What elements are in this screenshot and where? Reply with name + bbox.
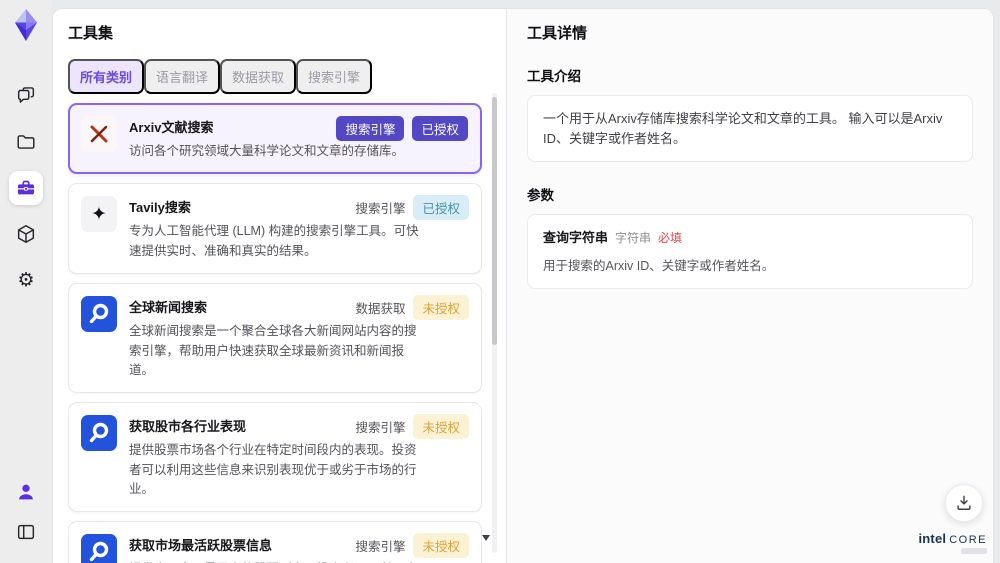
tool-icon bbox=[81, 534, 117, 563]
tool-card[interactable]: Arxiv文献搜索 访问各个研究领域大量科学论文和文章的存储库。 搜索引擎 已授… bbox=[68, 103, 482, 175]
tool-status-badge: 未授权 bbox=[413, 414, 469, 440]
category-tab[interactable]: 语言翻译 bbox=[144, 59, 221, 94]
tool-icon bbox=[81, 415, 117, 452]
download-icon bbox=[954, 493, 974, 513]
scrollbar-track[interactable] bbox=[492, 93, 497, 553]
param-description: 用于搜索的Arxiv ID、关键字或作者姓名。 bbox=[543, 258, 775, 273]
tool-intro-box: 一个用于从Arxiv存储库搜索科学论文和文章的工具。 输入可以是Arxiv ID… bbox=[527, 95, 973, 162]
tool-badges: 搜索引擎 未授权 bbox=[355, 414, 469, 440]
scroll-down-indicator[interactable] bbox=[482, 535, 490, 541]
intro-section-title: 工具介绍 bbox=[527, 69, 581, 84]
intel-core-sub-badge bbox=[961, 548, 987, 554]
tool-badges: 搜索引擎 未授权 bbox=[355, 533, 469, 559]
layout-panel-icon bbox=[15, 521, 37, 543]
sidebar-item-toolbox[interactable] bbox=[9, 171, 43, 205]
tool-category-badge: 搜索引擎 bbox=[336, 116, 405, 141]
app-logo[interactable] bbox=[7, 7, 45, 45]
tool-badges: 数据获取 未授权 bbox=[355, 295, 469, 321]
tool-description: 提供股票市场各个行业在特定时间段内的表现。投资者可以利用这些信息来识别表现优于或… bbox=[129, 443, 417, 496]
param-box: 查询字符串 字符串 必填 用于搜索的Arxiv ID、关键字或作者姓名。 bbox=[527, 214, 973, 290]
tool-intro-text: 一个用于从Arxiv存储库搜索科学论文和文章的工具。 输入可以是Arxiv ID… bbox=[543, 111, 943, 146]
tool-status-badge: 已授权 bbox=[413, 195, 469, 221]
params-section-title: 参数 bbox=[527, 188, 554, 203]
detail-title: 工具详情 bbox=[527, 25, 588, 42]
category-tabs: 所有类别 语言翻译 数据获取 搜索引擎 bbox=[68, 59, 506, 94]
tool-description: 全球新闻搜索是一个聚合全球各大新闻网站内容的搜索引擎，帮助用户快速获取全球最新资… bbox=[129, 324, 417, 377]
gear-icon: ⚙ bbox=[17, 268, 35, 291]
main-panel: 工具集 所有类别 语言翻译 数据获取 搜索引擎 Arxiv文献搜索 访问各个研究领域大… bbox=[52, 8, 994, 563]
tool-badges: 搜索引擎 已授权 bbox=[336, 116, 468, 141]
logo-diamond-icon bbox=[15, 9, 37, 41]
param-header: 查询字符串 字符串 必填 bbox=[543, 228, 957, 248]
folder-icon bbox=[15, 131, 37, 153]
param-name: 查询字符串 bbox=[543, 230, 609, 245]
tool-category-badge: 搜索引擎 bbox=[355, 202, 406, 217]
toolbox-icon bbox=[15, 177, 37, 199]
cube-icon bbox=[15, 223, 37, 245]
param-required-flag: 必填 bbox=[658, 231, 683, 245]
tool-category-badge: 搜索引擎 bbox=[355, 421, 406, 436]
tool-icon bbox=[81, 116, 117, 152]
tool-card[interactable]: 全球新闻搜索 全球新闻搜索是一个聚合全球各大新闻网站内容的搜索引擎，帮助用户快速… bbox=[68, 283, 482, 394]
tool-status-badge: 未授权 bbox=[413, 295, 469, 321]
sidebar-item-chat[interactable] bbox=[9, 79, 43, 113]
tavily-star-icon: ✦ bbox=[91, 203, 107, 225]
scrollbar-thumb[interactable] bbox=[492, 97, 497, 345]
tool-card-list: Arxiv文献搜索 访问各个研究领域大量科学论文和文章的存储库。 搜索引擎 已授… bbox=[68, 103, 482, 563]
chat-icon bbox=[15, 85, 37, 107]
tool-card[interactable]: 获取股市各行业表现 提供股票市场各个行业在特定时间段内的表现。投资者可以利用这些… bbox=[68, 402, 482, 513]
core-wordmark: CORE bbox=[949, 533, 987, 546]
category-tab[interactable]: 搜索引擎 bbox=[296, 59, 373, 94]
tool-category-badge: 搜索引擎 bbox=[355, 540, 406, 555]
panel-toggle-button[interactable] bbox=[9, 515, 43, 549]
search-magnifier-icon bbox=[89, 542, 109, 562]
sidebar-item-packages[interactable] bbox=[9, 217, 43, 251]
tool-category-badge: 数据获取 bbox=[355, 302, 406, 317]
sidebar-item-settings[interactable]: ⚙ bbox=[9, 263, 43, 297]
page-title: 工具集 bbox=[68, 25, 114, 42]
category-tab[interactable]: 数据获取 bbox=[220, 59, 297, 94]
tool-status-badge: 未授权 bbox=[413, 533, 469, 559]
user-avatar-button[interactable] bbox=[9, 475, 43, 509]
intel-core-logo: intel CORE bbox=[918, 530, 987, 554]
search-magnifier-icon bbox=[89, 303, 109, 324]
tool-icon: ✦ bbox=[81, 196, 117, 233]
tool-status-badge: 已授权 bbox=[412, 116, 468, 141]
tool-icon bbox=[81, 296, 117, 333]
sidebar-item-files[interactable] bbox=[9, 125, 43, 159]
arxiv-logo-icon bbox=[90, 125, 108, 143]
download-button[interactable] bbox=[945, 484, 983, 522]
sidebar: ⚙ bbox=[0, 0, 52, 563]
tool-card[interactable]: 获取市场最活跃股票信息 提供当天交易量最高的股票列表，投资者可以利用这些信息来识… bbox=[68, 521, 482, 563]
sidebar-nav: ⚙ bbox=[9, 79, 43, 297]
param-type: 字符串 bbox=[615, 231, 652, 245]
intel-wordmark: intel bbox=[918, 530, 947, 546]
category-tab[interactable]: 所有类别 bbox=[68, 59, 145, 94]
tool-description: 专为人工智能代理 (LLM) 构建的搜索引擎工具。可快速提供实时、准确和真实的结… bbox=[129, 224, 419, 258]
tool-badges: 搜索引擎 已授权 bbox=[355, 195, 469, 221]
tool-card[interactable]: ✦ Tavily搜索 专为人工智能代理 (LLM) 构建的搜索引擎工具。可快速提… bbox=[68, 183, 482, 275]
tool-detail-pane: 工具详情 工具介绍 一个用于从Arxiv存储库搜索科学论文和文章的工具。 输入可… bbox=[506, 9, 993, 563]
sidebar-bottom bbox=[9, 475, 43, 549]
tool-description: 访问各个研究领域大量科学论文和文章的存储库。 bbox=[129, 144, 405, 158]
search-magnifier-icon bbox=[89, 423, 109, 443]
user-icon bbox=[15, 481, 37, 503]
tool-list-pane: 工具集 所有类别 语言翻译 数据获取 搜索引擎 Arxiv文献搜索 访问各个研究领域大… bbox=[53, 9, 506, 563]
